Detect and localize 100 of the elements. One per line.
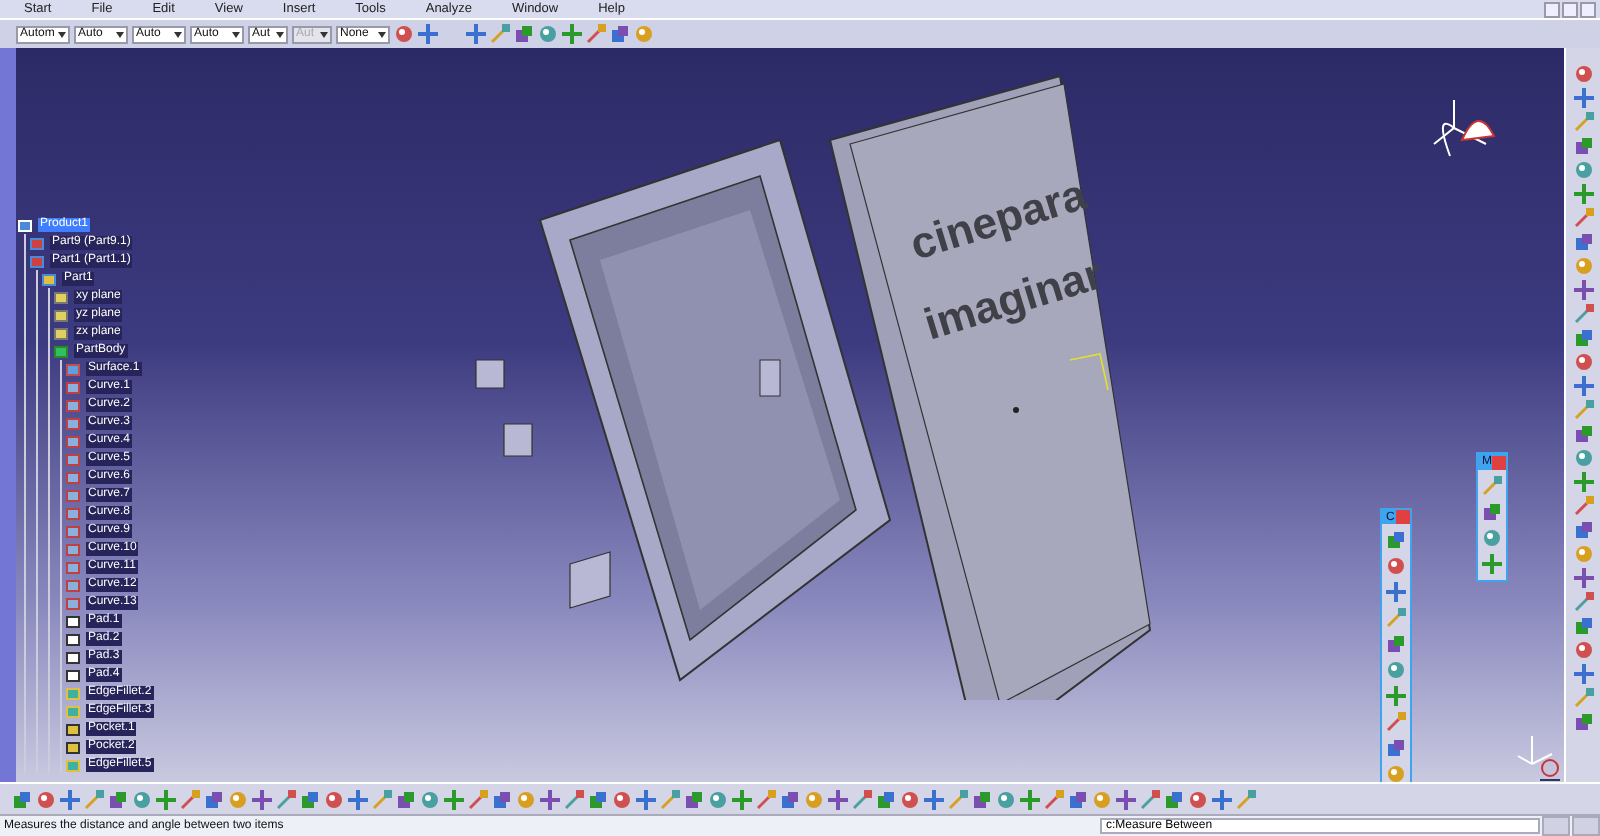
move-icon[interactable]: [1573, 184, 1593, 204]
line-icon[interactable]: [1573, 592, 1593, 612]
sphere-icon[interactable]: [1386, 660, 1406, 680]
move-icon[interactable]: [466, 24, 486, 44]
field-button[interactable]: [1542, 816, 1570, 836]
sphere-icon[interactable]: [132, 789, 152, 809]
sphere-icon[interactable]: [228, 789, 248, 809]
sphere-icon[interactable]: [36, 789, 56, 809]
sphere-icon[interactable]: [420, 789, 440, 809]
line-icon[interactable]: [564, 789, 584, 809]
sphere-icon[interactable]: [394, 24, 414, 44]
sphere-icon[interactable]: [1386, 764, 1406, 782]
cube-icon[interactable]: [1573, 616, 1593, 636]
cube-icon[interactable]: [876, 789, 896, 809]
line-icon[interactable]: [1573, 112, 1593, 132]
minimize-button[interactable]: [1544, 1, 1560, 17]
move-icon[interactable]: [444, 789, 464, 809]
cube-icon[interactable]: [588, 789, 608, 809]
cube-icon[interactable]: [396, 789, 416, 809]
line-icon[interactable]: [1573, 400, 1593, 420]
sphere-icon[interactable]: [324, 789, 344, 809]
cube-icon[interactable]: [1386, 634, 1406, 654]
sphere-icon[interactable]: [1386, 556, 1406, 576]
line-icon[interactable]: [1140, 789, 1160, 809]
cube-icon[interactable]: [610, 24, 630, 44]
sphere-icon[interactable]: [708, 789, 728, 809]
line-icon[interactable]: [948, 789, 968, 809]
move-icon[interactable]: [1573, 376, 1593, 396]
line-icon[interactable]: [852, 789, 872, 809]
sphere-icon[interactable]: [1188, 789, 1208, 809]
move-icon[interactable]: [540, 789, 560, 809]
cube-icon[interactable]: [1573, 520, 1593, 540]
line-icon[interactable]: [1573, 304, 1593, 324]
move-icon[interactable]: [156, 789, 176, 809]
move-icon[interactable]: [348, 789, 368, 809]
sphere-icon[interactable]: [1092, 789, 1112, 809]
cube-icon[interactable]: [1164, 789, 1184, 809]
line-icon[interactable]: [1573, 496, 1593, 516]
move-icon[interactable]: [1020, 789, 1040, 809]
move-icon[interactable]: [1573, 280, 1593, 300]
line-icon[interactable]: [1044, 789, 1064, 809]
sphere-icon[interactable]: [1573, 160, 1593, 180]
line-icon[interactable]: [1386, 712, 1406, 732]
cube-icon[interactable]: [1573, 136, 1593, 156]
sphere-icon[interactable]: [900, 789, 920, 809]
move-icon[interactable]: [1573, 472, 1593, 492]
line-icon[interactable]: [372, 789, 392, 809]
cube-icon[interactable]: [780, 789, 800, 809]
move-icon[interactable]: [636, 789, 656, 809]
move-icon[interactable]: [1482, 554, 1502, 574]
line-icon[interactable]: [586, 24, 606, 44]
move-icon[interactable]: [1573, 664, 1593, 684]
cube-icon[interactable]: [492, 789, 512, 809]
sphere-icon[interactable]: [538, 24, 558, 44]
move-icon[interactable]: [1573, 88, 1593, 108]
line-icon[interactable]: [1482, 476, 1502, 496]
sphere-icon[interactable]: [1573, 64, 1593, 84]
move-icon[interactable]: [1212, 789, 1232, 809]
cube-icon[interactable]: [1573, 328, 1593, 348]
line-icon[interactable]: [1236, 789, 1256, 809]
cube-icon[interactable]: [204, 789, 224, 809]
line-icon[interactable]: [1573, 688, 1593, 708]
sphere-icon[interactable]: [634, 24, 654, 44]
move-icon[interactable]: [1573, 568, 1593, 588]
field-button[interactable]: [1572, 816, 1600, 836]
line-icon[interactable]: [490, 24, 510, 44]
close-button[interactable]: [1580, 1, 1596, 17]
cube-icon[interactable]: [1482, 502, 1502, 522]
sphere-icon[interactable]: [1573, 544, 1593, 564]
cube-icon[interactable]: [1068, 789, 1088, 809]
sphere-icon[interactable]: [996, 789, 1016, 809]
line-icon[interactable]: [1386, 608, 1406, 628]
line-icon[interactable]: [276, 789, 296, 809]
sphere-icon[interactable]: [1573, 448, 1593, 468]
line-icon[interactable]: [180, 789, 200, 809]
move-icon[interactable]: [1116, 789, 1136, 809]
sphere-icon[interactable]: [1573, 352, 1593, 372]
cube-icon[interactable]: [684, 789, 704, 809]
move-icon[interactable]: [252, 789, 272, 809]
sphere-icon[interactable]: [516, 789, 536, 809]
restore-button[interactable]: [1562, 1, 1578, 17]
line-icon[interactable]: [84, 789, 104, 809]
move-icon[interactable]: [924, 789, 944, 809]
move-icon[interactable]: [562, 24, 582, 44]
move-icon[interactable]: [60, 789, 80, 809]
cube-icon[interactable]: [972, 789, 992, 809]
cube-icon[interactable]: [1573, 424, 1593, 444]
move-icon[interactable]: [828, 789, 848, 809]
line-icon[interactable]: [660, 789, 680, 809]
move-icon[interactable]: [418, 24, 438, 44]
move-icon[interactable]: [1386, 582, 1406, 602]
sphere-icon[interactable]: [1573, 640, 1593, 660]
sphere-icon[interactable]: [612, 789, 632, 809]
sphere-icon[interactable]: [804, 789, 824, 809]
cube-icon[interactable]: [514, 24, 534, 44]
cube-icon[interactable]: [1386, 530, 1406, 550]
cube-icon[interactable]: [1573, 232, 1593, 252]
cube-icon[interactable]: [1573, 712, 1593, 732]
cube-icon[interactable]: [1386, 738, 1406, 758]
move-icon[interactable]: [732, 789, 752, 809]
